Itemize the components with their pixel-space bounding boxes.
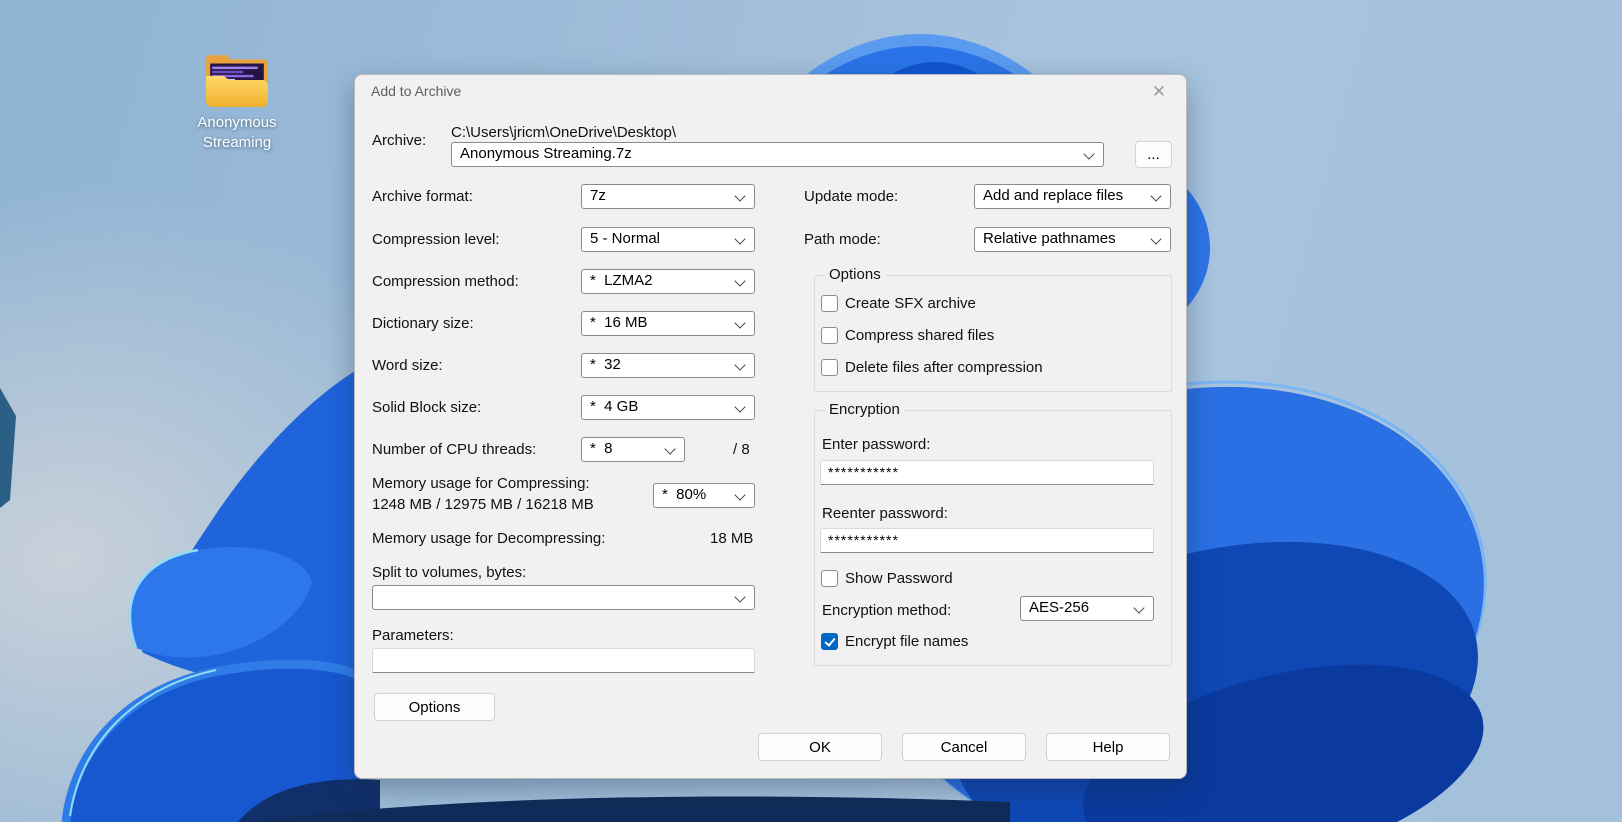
encryption-method-select[interactable]: AES-256 bbox=[1020, 596, 1154, 621]
checkbox-box[interactable] bbox=[821, 633, 838, 650]
options-group-title: Options bbox=[825, 266, 885, 283]
cpu-threads-label: Number of CPU threads: bbox=[372, 441, 536, 458]
desktop-icon-anonymous-streaming[interactable]: Anonymous Streaming bbox=[177, 53, 297, 153]
archive-format-value: 7z bbox=[590, 187, 606, 204]
folder-icon bbox=[204, 53, 270, 107]
encryption-method-label: Encryption method: bbox=[822, 602, 951, 619]
memory-compress-value: * 80% bbox=[662, 486, 706, 503]
split-volumes-label: Split to volumes, bytes: bbox=[372, 564, 526, 581]
checkbox-box[interactable] bbox=[821, 359, 838, 376]
checkbox-create-sfx-archive[interactable]: Create SFX archive bbox=[821, 295, 976, 312]
compression-level-value: 5 - Normal bbox=[590, 230, 660, 247]
word-size-select[interactable]: * 32 bbox=[581, 353, 755, 378]
dictionary-size-select[interactable]: * 16 MB bbox=[581, 311, 755, 336]
checkbox-label: Show Password bbox=[845, 570, 953, 587]
parameters-label: Parameters: bbox=[372, 627, 454, 644]
archive-filename-combobox[interactable]: Anonymous Streaming.7z bbox=[451, 142, 1104, 167]
compression-method-select[interactable]: * LZMA2 bbox=[581, 269, 755, 294]
checkbox-box[interactable] bbox=[821, 327, 838, 344]
compression-method-value: * LZMA2 bbox=[590, 272, 653, 289]
archive-path: C:\Users\jricm\OneDrive\Desktop\ bbox=[451, 124, 676, 141]
checkbox-label: Compress shared files bbox=[845, 327, 994, 344]
archive-filename-value: Anonymous Streaming.7z bbox=[460, 145, 632, 162]
checkbox-compress-shared-files[interactable]: Compress shared files bbox=[821, 327, 994, 344]
solid-block-size-label: Solid Block size: bbox=[372, 399, 481, 416]
close-icon[interactable]: ✕ bbox=[1142, 78, 1176, 106]
archive-format-label: Archive format: bbox=[372, 188, 473, 205]
solid-block-size-select[interactable]: * 4 GB bbox=[581, 395, 755, 420]
update-mode-label: Update mode: bbox=[804, 188, 898, 205]
path-mode-value: Relative pathnames bbox=[983, 230, 1116, 247]
memory-decompress-label: Memory usage for Decompressing: bbox=[372, 530, 605, 547]
help-button[interactable]: Help bbox=[1046, 733, 1170, 761]
encryption-group-title: Encryption bbox=[825, 401, 904, 418]
checkbox-encrypt-file-names[interactable]: Encrypt file names bbox=[821, 633, 968, 650]
memory-compress-select[interactable]: * 80% bbox=[653, 483, 755, 508]
ok-button[interactable]: OK bbox=[758, 733, 882, 761]
update-mode-select[interactable]: Add and replace files bbox=[974, 184, 1171, 209]
solid-block-size-value: * 4 GB bbox=[590, 398, 638, 415]
path-mode-label: Path mode: bbox=[804, 231, 881, 248]
memory-compress-label: Memory usage for Compressing: bbox=[372, 475, 590, 492]
reenter-password-label: Reenter password: bbox=[822, 505, 948, 522]
parameters-input[interactable] bbox=[372, 648, 755, 673]
dialog-titlebar[interactable]: Add to Archive ✕ bbox=[355, 75, 1186, 107]
checkbox-label: Encrypt file names bbox=[845, 633, 968, 650]
enter-password-value: *********** bbox=[828, 464, 899, 480]
path-mode-select[interactable]: Relative pathnames bbox=[974, 227, 1171, 252]
enter-password-label: Enter password: bbox=[822, 436, 930, 453]
checkbox-box[interactable] bbox=[821, 570, 838, 587]
checkbox-show-password[interactable]: Show Password bbox=[821, 570, 953, 587]
dialog-title: Add to Archive bbox=[371, 83, 461, 99]
checkbox-label: Create SFX archive bbox=[845, 295, 976, 312]
cpu-threads-select[interactable]: * 8 bbox=[581, 437, 685, 462]
compression-level-select[interactable]: 5 - Normal bbox=[581, 227, 755, 252]
cpu-threads-value: * 8 bbox=[590, 440, 613, 457]
compression-method-label: Compression method: bbox=[372, 273, 519, 290]
archive-label: Archive: bbox=[372, 132, 426, 149]
word-size-label: Word size: bbox=[372, 357, 443, 374]
dictionary-size-value: * 16 MB bbox=[590, 314, 648, 331]
checkbox-box[interactable] bbox=[821, 295, 838, 312]
archive-format-select[interactable]: 7z bbox=[581, 184, 755, 209]
split-volumes-combobox[interactable] bbox=[372, 585, 755, 610]
reenter-password-input[interactable]: *********** bbox=[820, 528, 1154, 553]
enter-password-input[interactable]: *********** bbox=[820, 460, 1154, 485]
desktop-icon-label-line1: Anonymous bbox=[177, 113, 297, 133]
checkbox-label: Delete files after compression bbox=[845, 359, 1043, 376]
cpu-threads-max: / 8 bbox=[733, 441, 750, 458]
dictionary-size-label: Dictionary size: bbox=[372, 315, 474, 332]
cancel-button[interactable]: Cancel bbox=[902, 733, 1026, 761]
update-mode-value: Add and replace files bbox=[983, 187, 1123, 204]
encryption-method-value: AES-256 bbox=[1029, 599, 1089, 616]
options-button[interactable]: Options bbox=[374, 693, 495, 721]
compression-level-label: Compression level: bbox=[372, 231, 500, 248]
desktop-icon-label-line2: Streaming bbox=[177, 133, 297, 153]
reenter-password-value: *********** bbox=[828, 532, 899, 548]
browse-button[interactable]: ... bbox=[1135, 141, 1172, 168]
memory-decompress-value: 18 MB bbox=[710, 530, 753, 547]
add-to-archive-dialog: Add to Archive ✕ Archive: C:\Users\jricm… bbox=[354, 74, 1187, 779]
memory-compress-detail: 1248 MB / 12975 MB / 16218 MB bbox=[372, 496, 594, 513]
checkbox-delete-files-after-compression[interactable]: Delete files after compression bbox=[821, 359, 1043, 376]
word-size-value: * 32 bbox=[590, 356, 621, 373]
